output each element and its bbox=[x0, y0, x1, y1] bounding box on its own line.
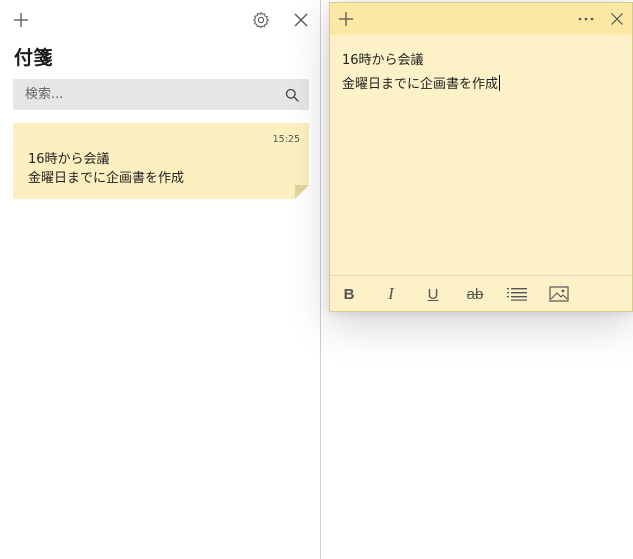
new-note-button[interactable] bbox=[332, 5, 360, 33]
bullet-list-icon bbox=[507, 288, 527, 301]
note-text-line: 16時から会議 bbox=[342, 53, 424, 68]
italic-button[interactable]: I bbox=[377, 280, 405, 308]
search-box bbox=[13, 79, 309, 110]
note-editor[interactable]: 16時から会議 金曜日までに企画書を作成 bbox=[330, 35, 632, 275]
list-titlebar bbox=[0, 0, 320, 40]
note-corner-fold bbox=[295, 185, 309, 199]
note-preview-line: 金曜日までに企画書を作成 bbox=[28, 171, 185, 186]
gear-icon bbox=[253, 12, 269, 29]
note-menu-button[interactable] bbox=[572, 5, 600, 33]
close-list-button[interactable] bbox=[287, 6, 315, 34]
page-title: 付箋 bbox=[14, 47, 54, 69]
notes-list-window: 付箋 15:25 16時から会議 金曜日までに企画書を作成 bbox=[0, 0, 321, 559]
plus-icon bbox=[14, 13, 28, 27]
sticky-note-window: 16時から会議 金曜日までに企画書を作成 B I U ab bbox=[329, 2, 633, 312]
format-toolbar: B I U ab bbox=[330, 275, 632, 311]
note-card[interactable]: 15:25 16時から会議 金曜日までに企画書を作成 bbox=[13, 123, 309, 199]
settings-button[interactable] bbox=[247, 6, 275, 34]
more-icon bbox=[578, 17, 594, 21]
note-titlebar[interactable] bbox=[330, 3, 632, 35]
bold-button[interactable]: B bbox=[335, 280, 363, 308]
bullet-list-button[interactable] bbox=[503, 280, 531, 308]
search-icon bbox=[285, 88, 299, 102]
search-input[interactable] bbox=[13, 79, 273, 110]
strikethrough-button[interactable]: ab bbox=[461, 280, 489, 308]
close-icon bbox=[611, 13, 623, 25]
plus-icon bbox=[339, 12, 353, 26]
insert-image-button[interactable] bbox=[545, 280, 573, 308]
note-timestamp: 15:25 bbox=[272, 134, 300, 145]
close-note-button[interactable] bbox=[603, 5, 631, 33]
close-icon bbox=[294, 13, 308, 27]
note-text-line: 金曜日までに企画書を作成 bbox=[342, 75, 501, 92]
desktop: 付箋 15:25 16時から会議 金曜日までに企画書を作成 bbox=[0, 0, 633, 559]
search-button[interactable] bbox=[281, 84, 303, 106]
image-icon bbox=[549, 286, 569, 302]
new-note-button[interactable] bbox=[7, 6, 35, 34]
underline-button[interactable]: U bbox=[419, 280, 447, 308]
text-cursor bbox=[499, 75, 501, 91]
note-preview-line: 16時から会議 bbox=[28, 152, 110, 167]
